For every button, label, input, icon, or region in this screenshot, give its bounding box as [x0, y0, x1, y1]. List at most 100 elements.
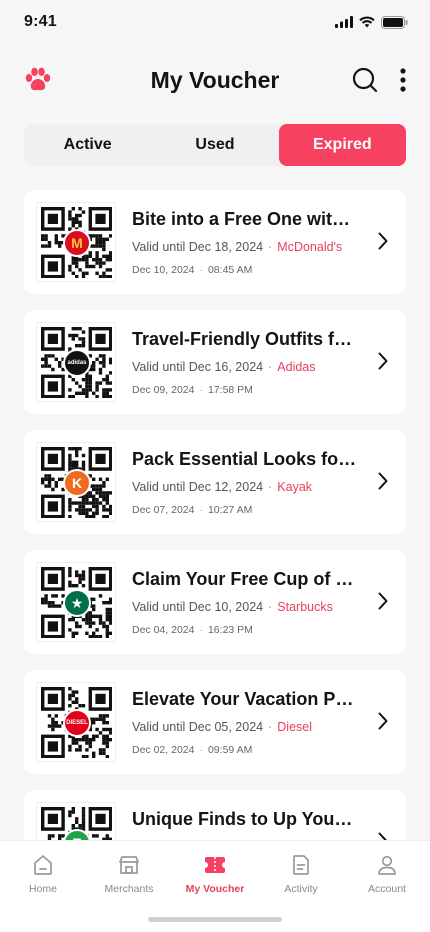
separator-dot: · [268, 719, 273, 734]
voucher-card[interactable]: M Bite into a Free One with T... Valid u… [24, 190, 406, 294]
nav-label-home: Home [28, 883, 57, 895]
voucher-card[interactable]: adidas Travel-Friendly Outfits for... Va… [24, 310, 406, 414]
voucher-title: Travel-Friendly Outfits for... [132, 328, 358, 349]
separator-dot: · [199, 383, 203, 396]
claimed-date: Dec 10, 2024 [132, 263, 195, 276]
voucher-validity: Valid until Dec 05, 2024 · Diesel [132, 720, 394, 734]
valid-until: Valid until Dec 10, 2024 [132, 599, 264, 614]
voucher-title: Unique Finds to Up Your St... [132, 808, 358, 829]
voucher-claimed-date: Dec 10, 2024 · 08:45 AM [132, 264, 394, 276]
merchant-logo: ★ [63, 589, 91, 617]
separator-dot: · [268, 239, 273, 254]
home-indicator [148, 917, 282, 922]
status-time: 9:41 [24, 13, 57, 30]
chevron-right-icon[interactable] [378, 712, 388, 730]
voucher-claimed-date: Dec 07, 2024 · 10:27 AM [132, 504, 394, 516]
voucher-info: Claim Your Free Cup of Co... Valid until… [132, 569, 394, 636]
chevron-right-icon[interactable] [378, 592, 388, 610]
merchant-logo: adidas [63, 349, 91, 377]
nav-account[interactable]: Account [344, 853, 430, 901]
merchant-logo: K [63, 469, 91, 497]
nav-label-account: Account [368, 883, 406, 895]
paw-logo-icon[interactable] [24, 67, 52, 93]
voucher-info: Pack Essential Looks for Le... Valid unt… [132, 449, 394, 516]
voucher-validity: Valid until Dec 16, 2024 · Adidas [132, 360, 394, 374]
voucher-qr: ★ [36, 562, 116, 642]
claimed-time: 17:58 PM [207, 383, 253, 396]
separator-dot: · [268, 359, 273, 374]
merchant-name[interactable]: McDonald's [277, 240, 342, 254]
voucher-title: Claim Your Free Cup of Co... [132, 568, 358, 589]
voucher-card[interactable]: K Pack Essential Looks for Le... Valid u… [24, 430, 406, 534]
nav-label-activity: Activity [284, 883, 318, 895]
more-options-icon[interactable] [400, 68, 406, 92]
claimed-time: 08:45 AM [207, 263, 253, 276]
claimed-date: Dec 09, 2024 [132, 383, 195, 396]
nav-label-merchants: Merchants [104, 883, 154, 895]
chevron-right-icon[interactable] [378, 352, 388, 370]
voucher-info: Travel-Friendly Outfits for... Valid unt… [132, 329, 394, 396]
claimed-time: 16:23 PM [207, 623, 253, 636]
status-bar: 9:41 [0, 0, 430, 44]
battery-icon [381, 15, 408, 29]
store-icon [119, 856, 139, 874]
merchant-name[interactable]: Kayak [277, 480, 312, 494]
voucher-qr: DIESEL [36, 682, 116, 762]
voucher-qr: K [36, 442, 116, 522]
claimed-date: Dec 02, 2024 [132, 743, 195, 756]
merchant-name[interactable]: Diesel [277, 720, 312, 734]
voucher-list: M Bite into a Free One with T... Valid u… [0, 190, 430, 894]
signal-icon [335, 16, 353, 28]
claimed-time: 09:59 AM [207, 743, 253, 756]
nav-label-my-voucher: My Voucher [185, 883, 245, 895]
wifi-icon [359, 16, 375, 28]
bottom-nav: Home Merchants My Voucher Activity Accou… [0, 840, 430, 932]
valid-until: Valid until Dec 05, 2024 [132, 719, 264, 734]
voucher-title: Pack Essential Looks for Le... [132, 448, 358, 469]
user-icon [378, 855, 396, 875]
voucher-card[interactable]: ★ Claim Your Free Cup of Co... Valid unt… [24, 550, 406, 654]
nav-home[interactable]: Home [0, 853, 86, 901]
voucher-claimed-date: Dec 02, 2024 · 09:59 AM [132, 744, 394, 756]
valid-until: Valid until Dec 18, 2024 [132, 239, 264, 254]
chevron-right-icon[interactable] [378, 472, 388, 490]
home-icon [34, 855, 52, 875]
separator-dot: · [199, 623, 203, 636]
voucher-title: Elevate Your Vacation Pho... [132, 688, 358, 709]
tab-used[interactable]: Used [151, 124, 278, 166]
separator-dot: · [268, 599, 273, 614]
merchant-logo: M [63, 229, 91, 257]
chevron-right-icon[interactable] [378, 232, 388, 250]
claimed-date: Dec 07, 2024 [132, 503, 195, 516]
voucher-qr: adidas [36, 322, 116, 402]
claimed-date: Dec 04, 2024 [132, 623, 195, 636]
separator-dot: · [199, 503, 203, 516]
voucher-tabs: Active Used Expired [24, 124, 406, 166]
voucher-validity: Valid until Dec 12, 2024 · Kayak [132, 480, 394, 494]
claimed-time: 10:27 AM [207, 503, 253, 516]
document-icon [293, 855, 309, 875]
voucher-card[interactable]: DIESEL Elevate Your Vacation Pho... Vali… [24, 670, 406, 774]
separator-dot: · [268, 479, 273, 494]
status-icons [335, 15, 408, 29]
search-icon[interactable] [352, 67, 378, 93]
separator-dot: · [199, 263, 203, 276]
tab-active[interactable]: Active [24, 124, 151, 166]
nav-merchants[interactable]: Merchants [86, 853, 172, 901]
voucher-info: Bite into a Free One with T... Valid unt… [132, 209, 394, 276]
valid-until: Valid until Dec 16, 2024 [132, 359, 264, 374]
merchant-name[interactable]: Starbucks [277, 600, 333, 614]
header-actions [352, 67, 406, 93]
nav-activity[interactable]: Activity [258, 853, 344, 901]
voucher-qr: M [36, 202, 116, 282]
voucher-claimed-date: Dec 09, 2024 · 17:58 PM [132, 384, 394, 396]
voucher-info: Elevate Your Vacation Pho... Valid until… [132, 689, 394, 756]
nav-my-voucher[interactable]: My Voucher [172, 853, 258, 901]
tab-expired[interactable]: Expired [278, 124, 406, 166]
valid-until: Valid until Dec 12, 2024 [132, 479, 264, 494]
merchant-name[interactable]: Adidas [277, 360, 315, 374]
merchant-logo: DIESEL [63, 709, 91, 737]
voucher-validity: Valid until Dec 18, 2024 · McDonald's [132, 240, 394, 254]
voucher-icon [205, 857, 225, 873]
voucher-validity: Valid until Dec 10, 2024 · Starbucks [132, 600, 394, 614]
